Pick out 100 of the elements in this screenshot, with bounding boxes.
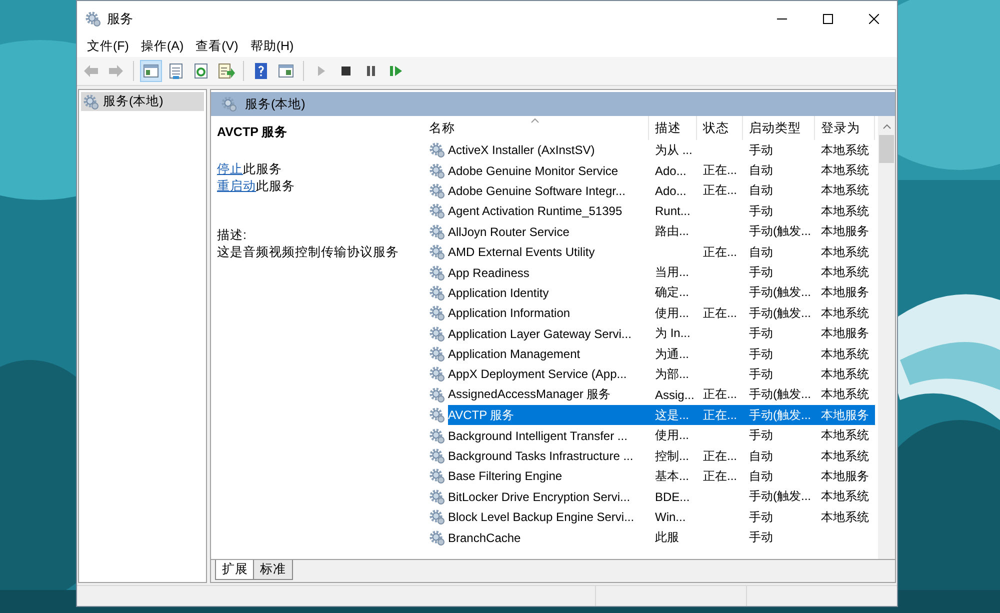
- service-name[interactable]: Application Information: [448, 306, 570, 320]
- service-name[interactable]: BitLocker Drive Encryption Servi...: [448, 490, 630, 504]
- table-cell: Ado...: [655, 164, 686, 178]
- service-name[interactable]: Application Identity: [448, 286, 549, 300]
- table-cell: 手动: [749, 202, 773, 220]
- window-title: 服务: [107, 10, 133, 28]
- view-tab[interactable]: 扩展: [215, 560, 255, 580]
- close-icon: [869, 14, 879, 24]
- service-name[interactable]: AppX Deployment Service (App...: [448, 367, 627, 382]
- action-text: 此服务: [243, 161, 282, 178]
- tree-item[interactable]: 服务(本地): [81, 92, 204, 111]
- service-name[interactable]: ActiveX Installer (AxInstSV): [448, 143, 595, 158]
- table-cell: 手动(触发...: [749, 488, 811, 506]
- table-cell: 本地系统: [821, 386, 869, 404]
- table-cell: 正在...: [703, 182, 738, 200]
- table-cell: 本地系统: [821, 448, 869, 465]
- service-gear-icon: [429, 142, 445, 158]
- menu-item[interactable]: 文件(F): [81, 37, 135, 56]
- table-cell: 自动: [749, 448, 773, 465]
- table-cell: 当用...: [655, 264, 690, 282]
- service-name[interactable]: AssignedAccessManager 服务: [448, 386, 611, 404]
- gear-icon: [83, 94, 99, 110]
- table-cell: 本地系统: [821, 508, 869, 526]
- pane-icon: [277, 62, 295, 80]
- maximize-icon: [823, 14, 833, 24]
- table-cell: 路由...: [655, 223, 690, 240]
- service-name[interactable]: BranchCache: [448, 530, 521, 545]
- description-text: 这是音频视频控制传输协议服务: [217, 244, 400, 261]
- service-action-link[interactable]: 重启动: [217, 178, 256, 195]
- table-cell: 手动: [749, 346, 773, 363]
- menu-item[interactable]: 操作(A): [134, 37, 190, 56]
- table-cell: 正在...: [703, 386, 738, 404]
- table-cell: 这是...: [655, 406, 690, 424]
- table-cell: 控制...: [655, 448, 690, 465]
- export-icon: [217, 62, 235, 80]
- scrollbar-thumb[interactable]: [879, 135, 894, 163]
- service-name[interactable]: Adobe Genuine Monitor Service: [448, 164, 618, 178]
- table-cell: 使用...: [655, 304, 690, 322]
- service-gear-icon: [429, 224, 445, 240]
- column-header[interactable]: 描述: [649, 116, 697, 140]
- view-tab[interactable]: 标准: [253, 560, 293, 580]
- table-cell: 手动: [749, 508, 773, 526]
- table-cell: 手动: [749, 427, 773, 444]
- table-cell: 正在...: [703, 468, 738, 485]
- table-cell: 自动: [749, 162, 773, 180]
- service-name[interactable]: AMD External Events Utility: [448, 245, 595, 260]
- table-cell: 手动: [749, 325, 773, 342]
- scrollbar[interactable]: [878, 116, 895, 559]
- help-icon: [252, 62, 270, 80]
- column-header[interactable]: 启动类型: [743, 116, 815, 140]
- table-cell: 本地服务: [821, 468, 869, 485]
- service-name[interactable]: Application Layer Gateway Servi...: [448, 326, 632, 341]
- table-cell: 手动(触发...: [749, 304, 811, 322]
- service-gear-icon: [429, 428, 445, 444]
- table-cell: 手动: [749, 142, 773, 159]
- table-cell: 本地系统: [821, 182, 869, 200]
- scroll-up-icon[interactable]: [882, 124, 890, 129]
- table-cell: 手动(触发...: [749, 406, 811, 424]
- table-cell: Runt...: [655, 204, 690, 218]
- service-gear-icon: [429, 448, 445, 464]
- panel-title: 服务(本地): [245, 96, 306, 112]
- service-gear-icon: [429, 386, 445, 403]
- service-gear-icon: [429, 284, 445, 301]
- menu-item[interactable]: 帮助(H): [244, 37, 300, 56]
- service-gear-icon: [429, 244, 445, 260]
- table-cell: Ado...: [655, 184, 686, 198]
- column-header[interactable]: 状态: [697, 116, 743, 140]
- table-cell: 基本...: [655, 468, 690, 485]
- service-name[interactable]: AVCTP 服务: [448, 405, 649, 426]
- service-gear-icon: [429, 264, 445, 281]
- table-cell: 本地系统: [821, 346, 869, 363]
- table-cell: 自动: [749, 182, 773, 200]
- column-header[interactable]: 名称: [423, 116, 649, 140]
- service-name[interactable]: Base Filtering Engine: [448, 469, 562, 484]
- table-cell: 本地服务: [821, 223, 869, 240]
- service-name[interactable]: App Readiness: [448, 266, 530, 280]
- table-cell: 本地系统: [821, 264, 869, 282]
- table-cell: 正在...: [703, 304, 738, 322]
- table-cell: 本地服务: [821, 406, 869, 424]
- column-header[interactable]: 登录为: [815, 116, 875, 140]
- service-name[interactable]: Background Intelligent Transfer ...: [448, 428, 628, 443]
- table-cell: Assig...: [655, 388, 694, 402]
- service-gear-icon: [429, 366, 445, 382]
- service-name[interactable]: Background Tasks Infrastructure ...: [448, 449, 634, 464]
- service-action-link[interactable]: 停止: [217, 161, 243, 178]
- service-name[interactable]: Adobe Genuine Software Integr...: [448, 184, 626, 198]
- tree-toolbar-button[interactable]: [140, 60, 162, 82]
- service-name[interactable]: Agent Activation Runtime_51395: [448, 204, 622, 218]
- service-name[interactable]: Application Management: [448, 347, 580, 362]
- properties-icon: [167, 62, 185, 80]
- table-cell: 手动(触发...: [749, 386, 811, 404]
- service-name[interactable]: AllJoyn Router Service: [448, 224, 570, 239]
- service-gear-icon: [429, 530, 445, 546]
- menu-item[interactable]: 查看(V): [190, 37, 244, 56]
- refresh-icon: [192, 62, 210, 80]
- table-cell: 本地服务: [821, 325, 869, 342]
- table-cell: 自动: [749, 468, 773, 485]
- service-name[interactable]: Block Level Backup Engine Servi...: [448, 510, 634, 524]
- table-cell: 本地系统: [821, 142, 869, 159]
- table-cell: 手动: [749, 529, 773, 546]
